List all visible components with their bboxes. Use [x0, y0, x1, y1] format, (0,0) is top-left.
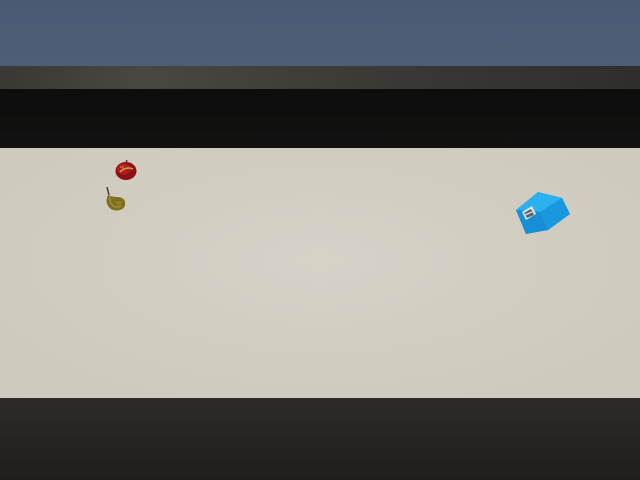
apple-icon[interactable] [112, 157, 140, 183]
cube-icon[interactable] [510, 186, 576, 238]
wall-ledge [0, 66, 640, 89]
wall-shadow-band [0, 89, 640, 148]
pear-icon[interactable] [100, 185, 130, 213]
game-scene [0, 0, 640, 480]
table-front-edge [0, 398, 640, 480]
back-wall [0, 0, 640, 66]
